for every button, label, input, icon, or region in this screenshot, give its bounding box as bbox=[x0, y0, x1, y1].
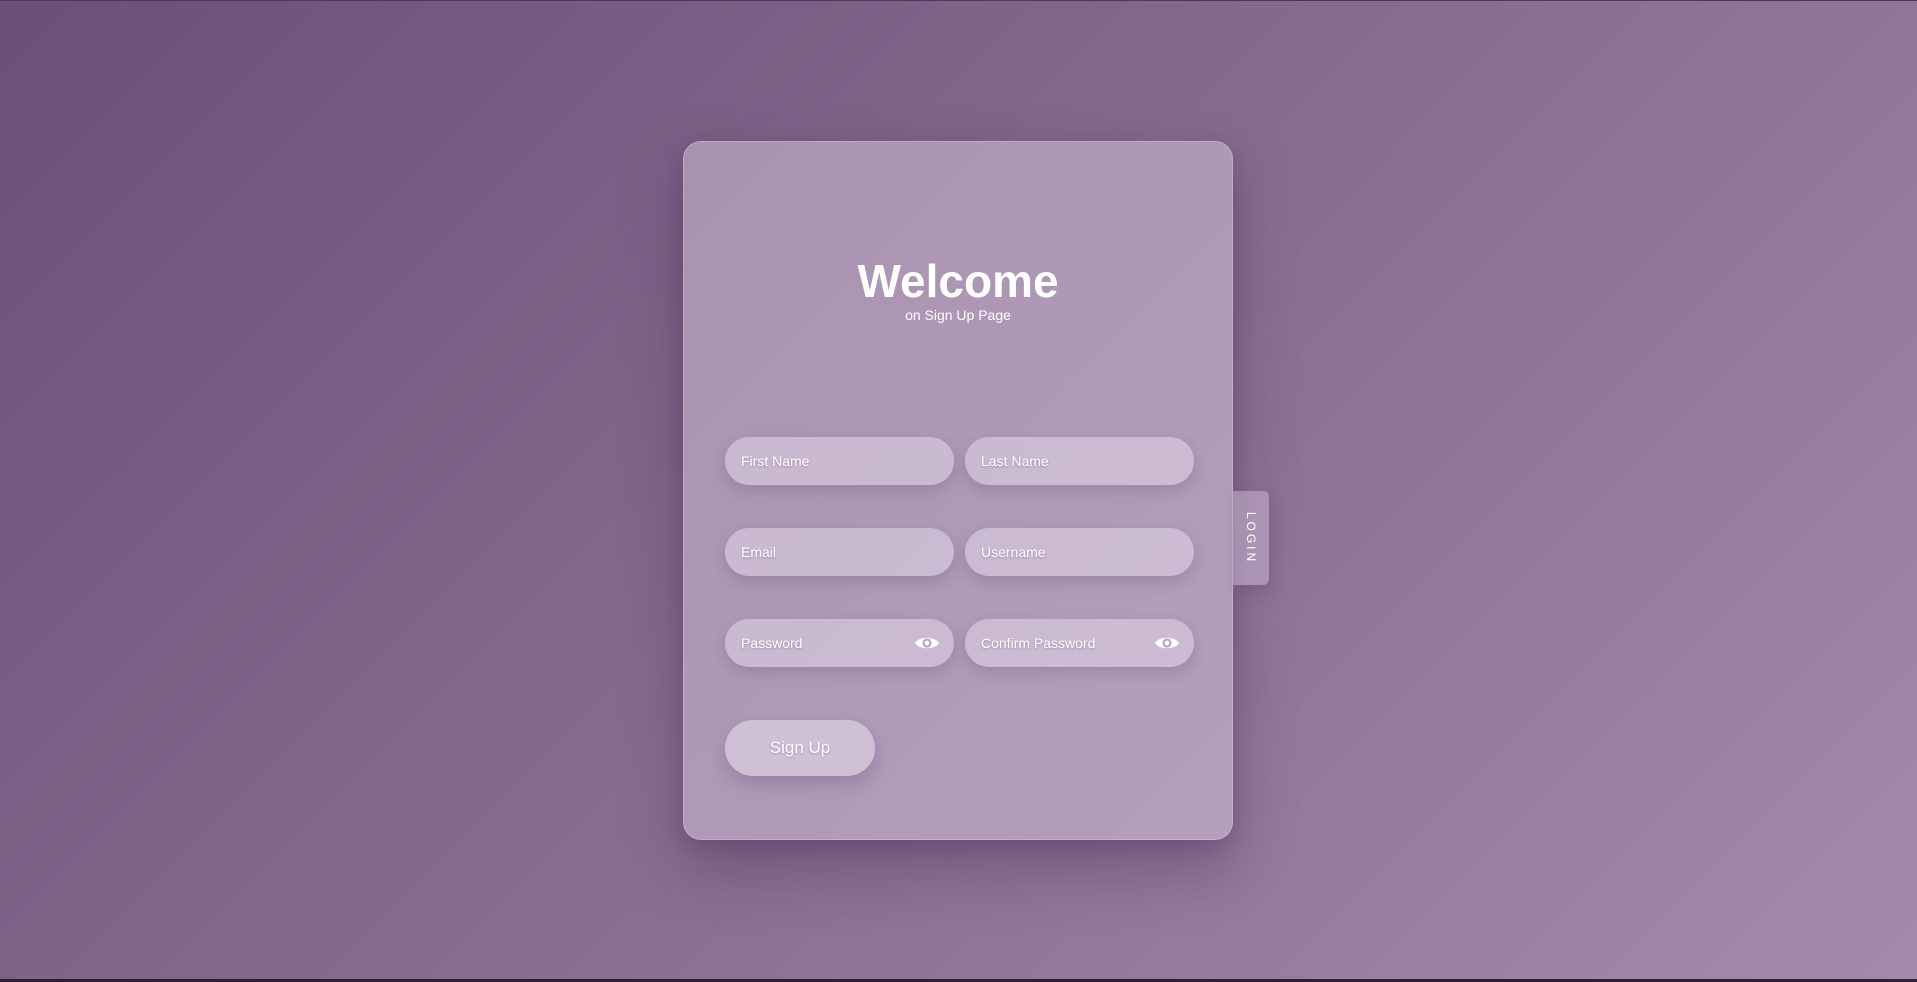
last-name-input[interactable] bbox=[965, 437, 1194, 485]
sign-up-button[interactable]: Sign Up bbox=[725, 720, 875, 776]
page-title: Welcome bbox=[857, 255, 1059, 307]
username-field-wrapper bbox=[965, 528, 1194, 576]
first-name-field-wrapper bbox=[725, 437, 954, 485]
signup-card: Welcome on Sign Up Page First Name Last … bbox=[683, 141, 1233, 840]
email-field-wrapper bbox=[725, 528, 954, 576]
password-field-wrapper bbox=[725, 619, 954, 667]
login-tab-label: LOGIN bbox=[1244, 511, 1258, 565]
email-input[interactable] bbox=[725, 528, 954, 576]
username-input[interactable] bbox=[965, 528, 1194, 576]
login-tab[interactable]: LOGIN bbox=[1233, 491, 1269, 585]
top-border-line bbox=[0, 0, 1917, 1]
last-name-field-wrapper bbox=[965, 437, 1194, 485]
first-name-input[interactable] bbox=[725, 437, 954, 485]
page-subtitle: on Sign Up Page bbox=[905, 307, 1011, 323]
eye-icon[interactable] bbox=[1154, 633, 1180, 653]
eye-icon[interactable] bbox=[914, 633, 940, 653]
confirm-password-field-wrapper bbox=[965, 619, 1194, 667]
